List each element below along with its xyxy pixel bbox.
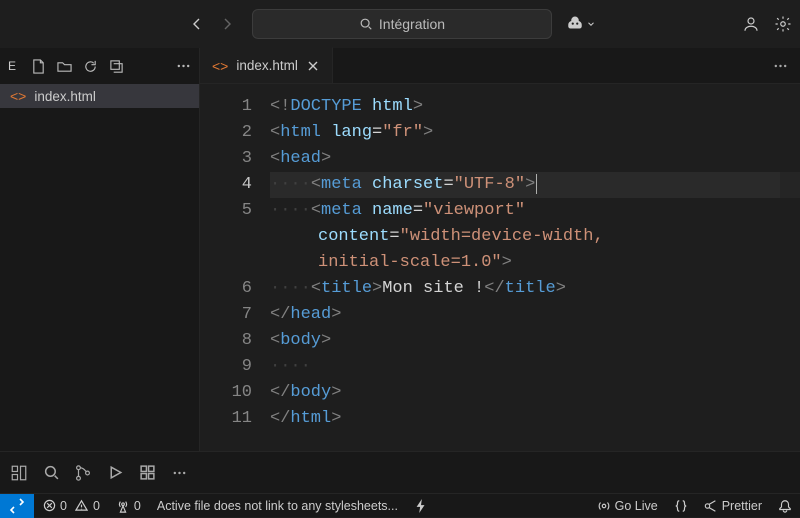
line-number: 3 [200,146,252,172]
main-area: E <> index.html <> i [0,48,800,451]
run-debug-icon[interactable] [106,464,124,482]
explorer-panel-icon[interactable] [10,464,28,482]
status-errors-count: 0 [60,499,67,513]
explorer-letter: E [8,59,16,73]
code-line[interactable]: ····<title>Mon site !</title> [270,276,800,302]
line-number: 9 [200,354,252,380]
line-number: 6 [200,276,252,302]
lightning-icon [414,499,428,513]
nav-back-button[interactable] [188,15,206,33]
explorer-sidebar: E <> index.html [0,48,200,451]
line-number-gutter: 12345 67891011 [200,84,270,451]
line-number: 1 [200,94,252,120]
broadcast-icon [597,499,611,513]
copilot-menu[interactable] [566,15,596,33]
status-warnings-count: 0 [93,499,100,513]
tab-label: index.html [236,58,298,73]
refresh-icon[interactable] [82,58,98,74]
line-number: 7 [200,302,252,328]
code-line[interactable]: <body> [270,328,800,354]
line-number: 4 [200,172,252,198]
explorer-more-icon[interactable] [175,58,191,74]
collapse-all-icon[interactable] [108,58,124,74]
minimap[interactable] [780,84,800,451]
command-center-search[interactable]: Intégration [252,9,552,39]
file-tree-item[interactable]: <> index.html [0,84,199,108]
status-notifications[interactable] [770,494,800,518]
tab-bar: <> index.html [200,48,800,84]
status-prettier-label: Prettier [722,499,762,513]
code-editor[interactable]: 12345 67891011 <!DOCTYPE html><html lang… [200,84,800,451]
status-message-text: Active file does not link to any stylesh… [157,499,398,513]
source-control-icon[interactable] [74,464,92,482]
tab-more-icon[interactable] [773,64,788,68]
search-panel-icon[interactable] [42,464,60,482]
panel-tab-bar [0,451,800,493]
line-number: 8 [200,328,252,354]
code-line[interactable]: ····<meta name="viewport" [270,198,800,224]
html-file-icon: <> [212,58,228,74]
status-problems[interactable]: 0 0 [34,494,108,518]
line-number: 10 [200,380,252,406]
status-ports-count: 0 [134,499,141,513]
file-tree-item-label: index.html [34,89,96,104]
bell-icon [778,499,792,513]
explorer-header: E [0,48,199,84]
new-folder-icon[interactable] [56,58,72,74]
code-line[interactable]: ···· [270,354,800,380]
status-golive-label: Go Live [615,499,658,513]
status-css-message[interactable]: Active file does not link to any stylesh… [149,494,406,518]
nav-forward-button[interactable] [218,15,236,33]
error-icon [42,499,56,513]
status-lightning[interactable] [406,494,436,518]
code-line[interactable]: content="width=device-width, [270,224,800,250]
check-icon [704,499,718,513]
html-file-icon: <> [10,88,26,104]
code-line[interactable]: <html lang="fr"> [270,120,800,146]
remote-button[interactable] [0,494,34,518]
panel-more-icon[interactable] [170,464,188,482]
line-number: 5 [200,198,252,224]
warning-icon [75,499,89,513]
search-icon [359,17,373,31]
code-line[interactable]: initial-scale=1.0"> [270,250,800,276]
radio-tower-icon [116,499,130,513]
code-line[interactable]: </body> [270,380,800,406]
code-content[interactable]: <!DOCTYPE html><html lang="fr"><head>···… [270,84,800,451]
code-line[interactable]: ····<meta charset="UTF-8"> [270,172,800,198]
line-number: 11 [200,406,252,432]
code-line[interactable]: </head> [270,302,800,328]
status-bar: 0 0 0 Active file does not link to any s… [0,493,800,517]
extensions-icon[interactable] [138,464,156,482]
editor-tab[interactable]: <> index.html [200,47,333,83]
status-golive[interactable]: Go Live [589,494,666,518]
account-icon[interactable] [742,15,760,33]
status-brace[interactable] [666,494,696,518]
new-file-icon[interactable] [30,58,46,74]
settings-gear-icon[interactable] [774,15,792,33]
search-text: Intégration [379,16,445,32]
brace-icon [674,499,688,513]
close-icon[interactable] [306,59,320,73]
code-line[interactable]: <!DOCTYPE html> [270,94,800,120]
titlebar: Intégration [0,0,800,48]
code-line[interactable]: </html> [270,406,800,432]
status-prettier[interactable]: Prettier [696,494,770,518]
code-line[interactable]: <head> [270,146,800,172]
status-ports[interactable]: 0 [108,494,149,518]
editor-area: <> index.html 12345 67891011 <!DOCTYPE h… [200,48,800,451]
line-number: 2 [200,120,252,146]
